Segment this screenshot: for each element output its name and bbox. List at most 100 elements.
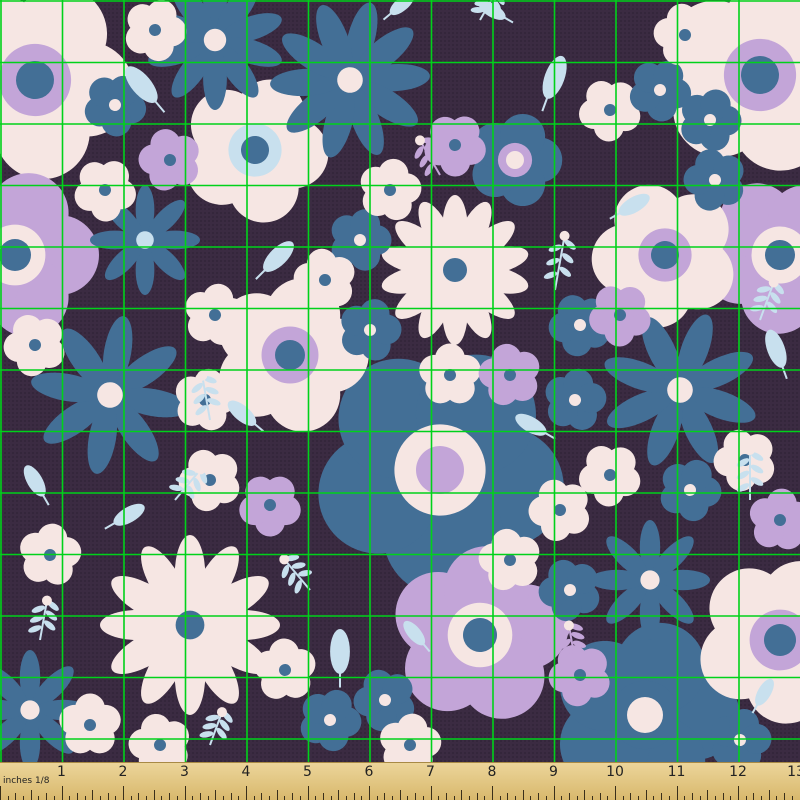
- ruler-tick: [430, 786, 432, 800]
- ruler-tick: [738, 786, 739, 800]
- ruler-tick: [399, 790, 401, 800]
- ruler-tick: [784, 793, 786, 800]
- ruler-tick: [761, 796, 763, 800]
- ruler-tick: [615, 786, 616, 800]
- ruler-tick: [107, 793, 109, 800]
- ruler-tick: [499, 796, 501, 800]
- ruler-tick: [745, 796, 747, 800]
- ruler-tick: [353, 793, 355, 800]
- ruler-number: 13: [787, 764, 800, 780]
- ruler-tick: [138, 793, 140, 800]
- ruler-tick: [468, 796, 470, 800]
- ruler-tick: [123, 786, 124, 800]
- ruler-tick: [730, 796, 732, 800]
- ruler-tick: [768, 790, 770, 800]
- ruler-tick: [591, 796, 593, 800]
- ruler-tick: [315, 796, 317, 800]
- ruler-tick: [776, 796, 778, 800]
- ruler-number: 10: [606, 764, 624, 780]
- ruler-tick: [46, 793, 48, 800]
- ruler-tick: [215, 790, 217, 800]
- ruler-tick: [476, 793, 478, 800]
- ruler-tick: [169, 793, 171, 800]
- ruler-tick: [530, 796, 532, 800]
- ruler-tick: [630, 793, 632, 800]
- ruler-tick: [607, 796, 609, 800]
- ruler-tick: [15, 793, 17, 800]
- ruler-tick: [0, 786, 1, 800]
- ruler-tick: [576, 796, 578, 800]
- ruler-tick: [445, 793, 447, 800]
- ruler-tick: [207, 796, 209, 800]
- ruler-tick: [599, 793, 601, 800]
- ruler-tick: [453, 796, 455, 800]
- ruler-tick: [253, 796, 255, 800]
- ruler-tick: [161, 796, 163, 800]
- ruler-tick: [699, 796, 701, 800]
- ruler-tick: [146, 796, 148, 800]
- ruler-tick: [299, 796, 301, 800]
- ruler-tick: [492, 786, 493, 800]
- ruler-tick: [345, 796, 347, 800]
- ruler-tick: [192, 796, 194, 800]
- ruler-tick: [384, 793, 386, 800]
- ruler-tick: [515, 796, 517, 800]
- ruler-tick: [322, 793, 324, 800]
- ruler-tick: [415, 793, 417, 800]
- measuring-ruler: inches 1/8 12345678910111213: [0, 762, 800, 800]
- ruler-tick: [753, 793, 755, 800]
- ruler-tick: [791, 796, 793, 800]
- ruler-tick: [553, 786, 555, 800]
- ruler-tick: [507, 793, 509, 800]
- floral-fabric-swatch: [0, 0, 800, 762]
- ruler-number: 2: [118, 764, 128, 780]
- ruler-number: 4: [241, 764, 251, 780]
- ruler-tick: [714, 796, 716, 800]
- ruler-tick: [707, 790, 709, 800]
- ruler-number: 6: [364, 764, 374, 780]
- ruler-number: 1: [57, 764, 66, 780]
- ruler-tick: [653, 796, 655, 800]
- ruler-tick: [176, 796, 178, 800]
- ruler-tick: [84, 796, 86, 800]
- ruler-tick: [645, 790, 647, 800]
- ruler-tick: [153, 790, 155, 800]
- ruler-tick: [676, 786, 678, 800]
- ruler-tick: [369, 786, 370, 800]
- ruler-unit-label: inches 1/8: [3, 776, 50, 786]
- ruler-tick: [61, 786, 63, 800]
- ruler-tick: [246, 786, 247, 800]
- ruler-tick: [438, 796, 440, 800]
- ruler-tick: [561, 796, 563, 800]
- ruler-tick: [484, 796, 486, 800]
- ruler-tick: [376, 796, 378, 800]
- ruler-tick: [261, 793, 263, 800]
- ruler-tick: [522, 790, 524, 800]
- ruler-tick: [184, 786, 186, 800]
- ruler-tick: [722, 793, 724, 800]
- ruler-tick: [269, 796, 271, 800]
- ruler-number: 7: [426, 764, 435, 780]
- ruler-tick: [292, 793, 294, 800]
- ruler-tick: [338, 790, 340, 800]
- ruler-tick: [538, 793, 540, 800]
- ruler-tick: [69, 796, 71, 800]
- ruler-tick: [584, 790, 586, 800]
- ruler-tick: [661, 793, 663, 800]
- ruler-tick: [99, 796, 101, 800]
- ruler-tick: [7, 796, 9, 800]
- ruler-tick: [238, 796, 240, 800]
- ruler-tick: [76, 793, 78, 800]
- ruler-tick: [422, 796, 424, 800]
- ruler-number: 8: [487, 764, 497, 780]
- ruler-tick: [53, 796, 55, 800]
- ruler-number: 3: [180, 764, 189, 780]
- blue-daisy: [590, 520, 710, 640]
- ruler-tick: [568, 793, 570, 800]
- ruler-number: 5: [303, 764, 312, 780]
- ruler-tick: [392, 796, 394, 800]
- ruler-tick: [461, 790, 463, 800]
- ruler-tick: [92, 790, 94, 800]
- ruler-tick: [23, 796, 25, 800]
- ruler-tick: [330, 796, 332, 800]
